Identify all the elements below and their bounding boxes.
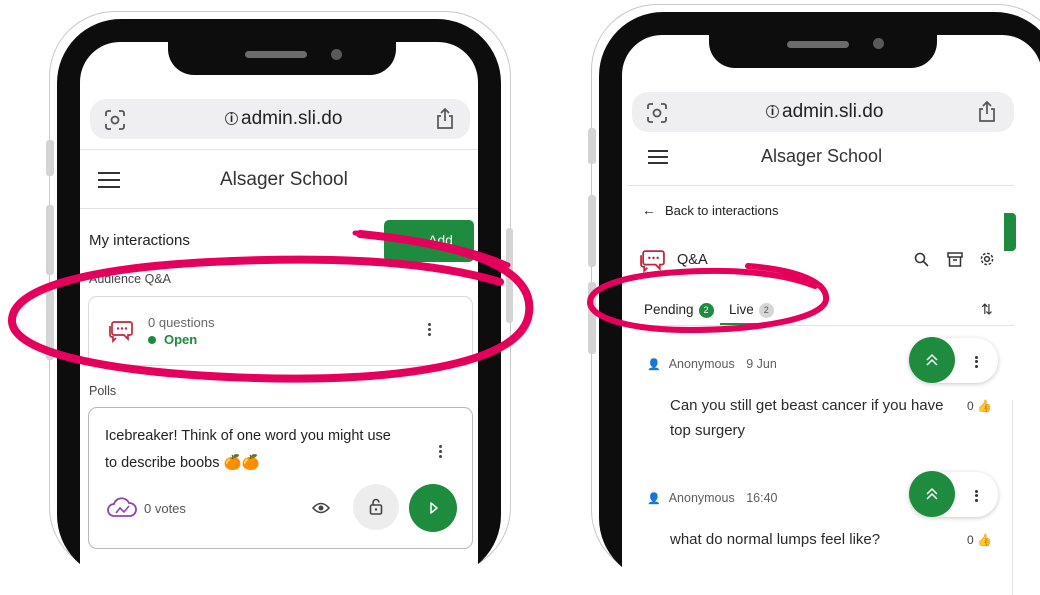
annotation-overlay bbox=[8, 230, 830, 383]
annotation-circle-right bbox=[586, 263, 830, 334]
annotation-circle-left bbox=[8, 230, 534, 383]
